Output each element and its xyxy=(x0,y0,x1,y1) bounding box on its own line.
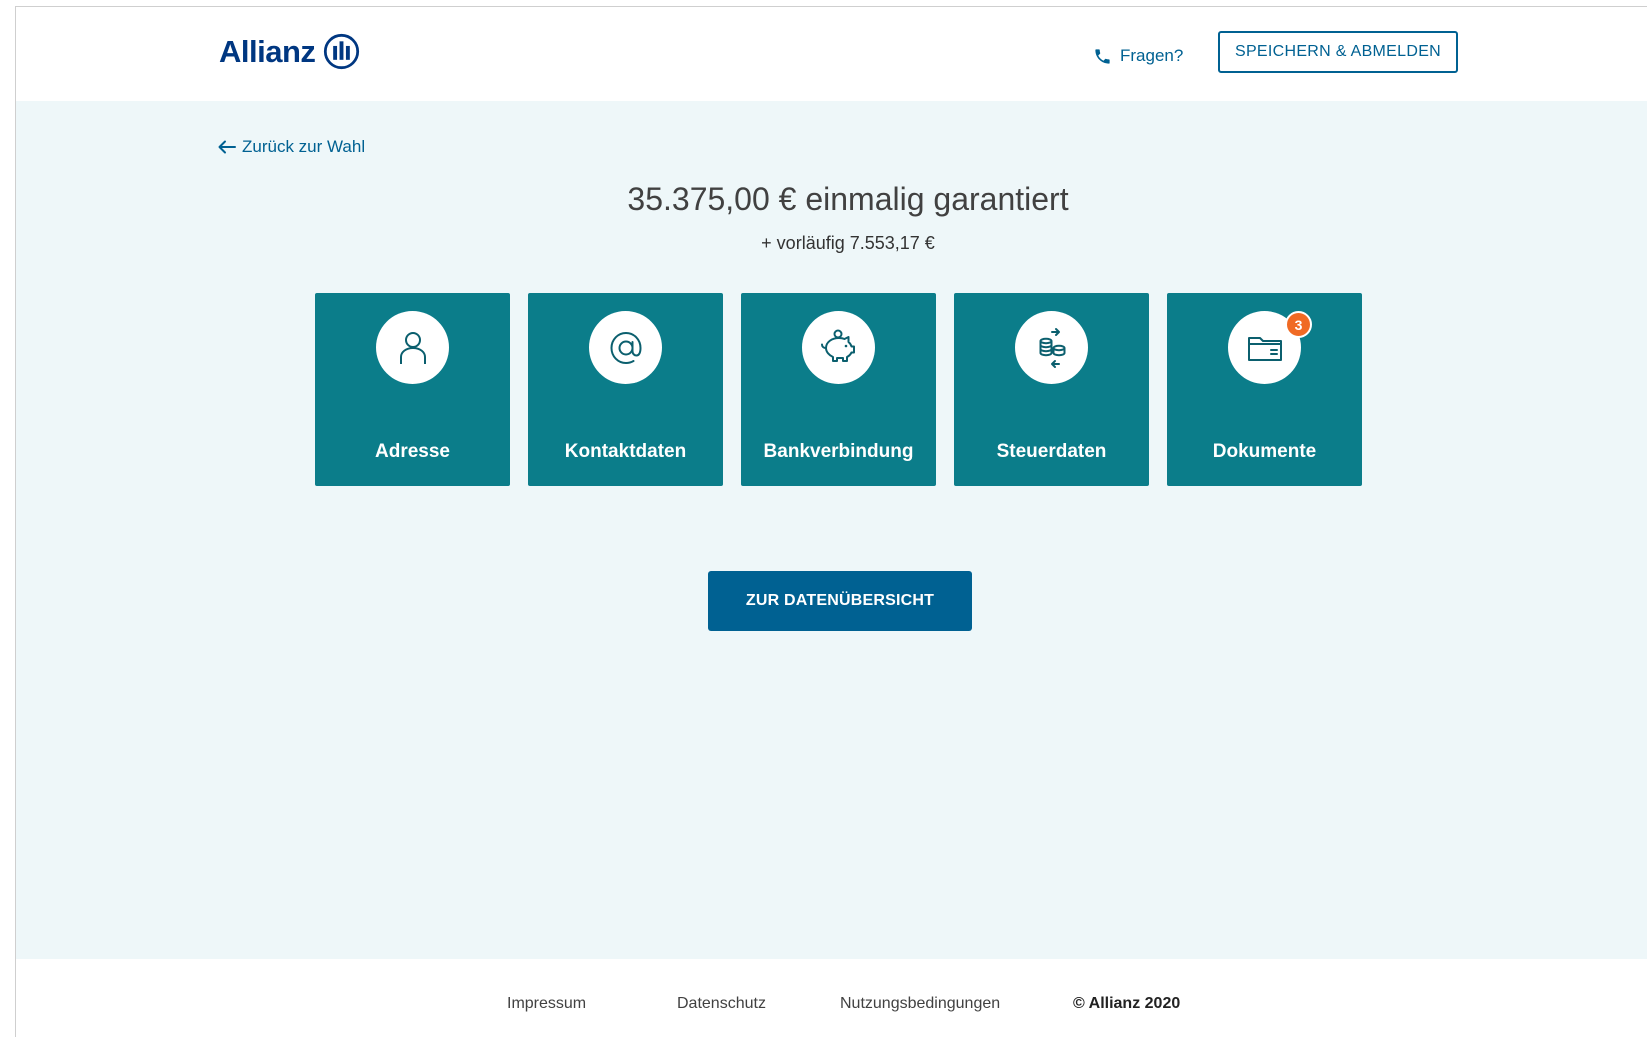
tile-kontaktdaten[interactable]: Kontaktdaten xyxy=(528,293,723,486)
tile-icon-circle xyxy=(802,311,875,384)
tile-icon-circle xyxy=(1015,311,1088,384)
data-overview-button[interactable]: ZUR DATENÜBERSICHT xyxy=(708,571,972,631)
main-content: Zurück zur Wahl 35.375,00 € einmalig gar… xyxy=(16,101,1647,959)
back-link[interactable]: Zurück zur Wahl xyxy=(218,137,365,157)
piggy-bank-icon xyxy=(820,329,855,362)
tile-bankverbindung[interactable]: Bankverbindung xyxy=(741,293,936,486)
tile-label: Kontaktdaten xyxy=(564,441,687,462)
person-icon xyxy=(399,331,426,364)
back-label: Zurück zur Wahl xyxy=(242,137,366,156)
header: Allianz Fragen? SPEICHERN & ABMELDEN xyxy=(16,7,1647,101)
footer-copyright: © Allianz 2020 xyxy=(1073,995,1181,1012)
tile-adresse[interactable]: Adresse xyxy=(315,293,510,486)
footer-link-nutzungsbedingungen[interactable]: Nutzungsbedingungen xyxy=(840,995,1000,1013)
tile-label: Adresse xyxy=(375,441,450,462)
at-sign-icon xyxy=(609,331,642,364)
arrow-left-icon xyxy=(218,140,236,154)
guaranteed-amount: 35.375,00 € einmalig garantiert xyxy=(627,181,1069,217)
notification-badge: 3 xyxy=(1285,311,1312,338)
tile-steuerdaten[interactable]: Steuerdaten xyxy=(954,293,1149,486)
logo-text: Allianz xyxy=(219,33,316,69)
tile-icon-circle xyxy=(589,311,662,384)
phone-icon xyxy=(1095,48,1110,64)
footer-link-datenschutz[interactable]: Datenschutz xyxy=(677,995,766,1013)
tile-label: Steuerdaten xyxy=(996,441,1107,462)
allianz-logo[interactable]: Allianz xyxy=(219,33,360,70)
tile-row: Adresse Kontaktdaten Bankverbindung Steu… xyxy=(315,293,1362,486)
coins-exchange-icon xyxy=(1039,327,1065,368)
tile-icon-circle xyxy=(376,311,449,384)
footer-link-impressum[interactable]: Impressum xyxy=(507,995,586,1013)
folder-icon xyxy=(1247,336,1282,361)
tile-label: Dokumente xyxy=(1212,441,1317,462)
help-link[interactable]: Fragen? xyxy=(1093,46,1183,66)
provisional-amount: + vorläufig 7.553,17 € xyxy=(761,233,935,253)
footer: Impressum Datenschutz Nutzungsbedingunge… xyxy=(16,959,1647,1037)
app-frame: Allianz Fragen? SPEICHERN & ABMELDEN Zur… xyxy=(15,6,1647,1037)
save-logout-button[interactable]: SPEICHERN & ABMELDEN xyxy=(1218,31,1458,73)
tile-dokumente[interactable]: 3 Dokumente xyxy=(1167,293,1362,486)
tile-label: Bankverbindung xyxy=(763,441,914,462)
help-label: Fragen? xyxy=(1120,46,1184,65)
allianz-eagle-icon xyxy=(324,33,360,70)
